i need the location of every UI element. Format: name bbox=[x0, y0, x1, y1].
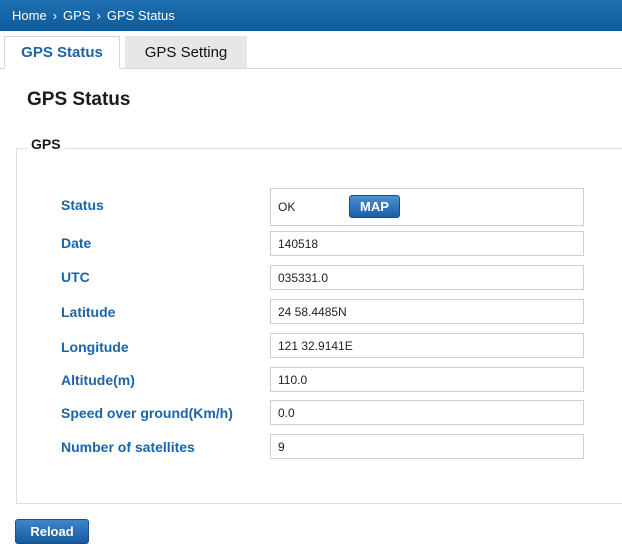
longitude-field: 121 32.9141E bbox=[270, 333, 584, 358]
status-value-box: OK MAP bbox=[270, 188, 584, 226]
breadcrumb-separator: › bbox=[96, 8, 101, 23]
altitude-field: 110.0 bbox=[270, 367, 584, 392]
satellites-label: Number of satellites bbox=[61, 439, 195, 455]
breadcrumb-separator: › bbox=[52, 8, 58, 23]
reload-button[interactable]: Reload bbox=[15, 519, 89, 544]
page-title: GPS Status bbox=[27, 89, 131, 110]
tab-bar: GPS Status GPS Setting bbox=[0, 31, 622, 69]
utc-label: UTC bbox=[61, 269, 90, 285]
speed-field: 0.0 bbox=[270, 400, 584, 425]
altitude-label: Altitude(m) bbox=[61, 372, 135, 388]
status-label: Status bbox=[61, 197, 104, 213]
longitude-label: Longitude bbox=[61, 339, 129, 355]
tab-gps-setting[interactable]: GPS Setting bbox=[125, 36, 247, 68]
breadcrumb: Home › GPS › GPS Status bbox=[0, 0, 622, 31]
utc-field: 035331.0 bbox=[270, 265, 584, 290]
tab-gps-status[interactable]: GPS Status bbox=[4, 36, 120, 69]
satellites-field: 9 bbox=[270, 434, 584, 459]
breadcrumb-gps-link[interactable]: GPS bbox=[63, 8, 90, 23]
breadcrumb-home-link[interactable]: Home bbox=[12, 8, 47, 23]
latitude-label: Latitude bbox=[61, 304, 116, 320]
date-label: Date bbox=[61, 235, 92, 251]
date-field: 140518 bbox=[270, 231, 584, 256]
speed-label: Speed over ground(Km/h) bbox=[61, 405, 233, 421]
status-value: OK bbox=[278, 200, 296, 214]
breadcrumb-current: GPS Status bbox=[106, 8, 175, 23]
gps-section-legend: GPS bbox=[27, 136, 65, 152]
latitude-field: 24 58.4485N bbox=[270, 299, 584, 324]
map-button[interactable]: MAP bbox=[349, 195, 400, 218]
